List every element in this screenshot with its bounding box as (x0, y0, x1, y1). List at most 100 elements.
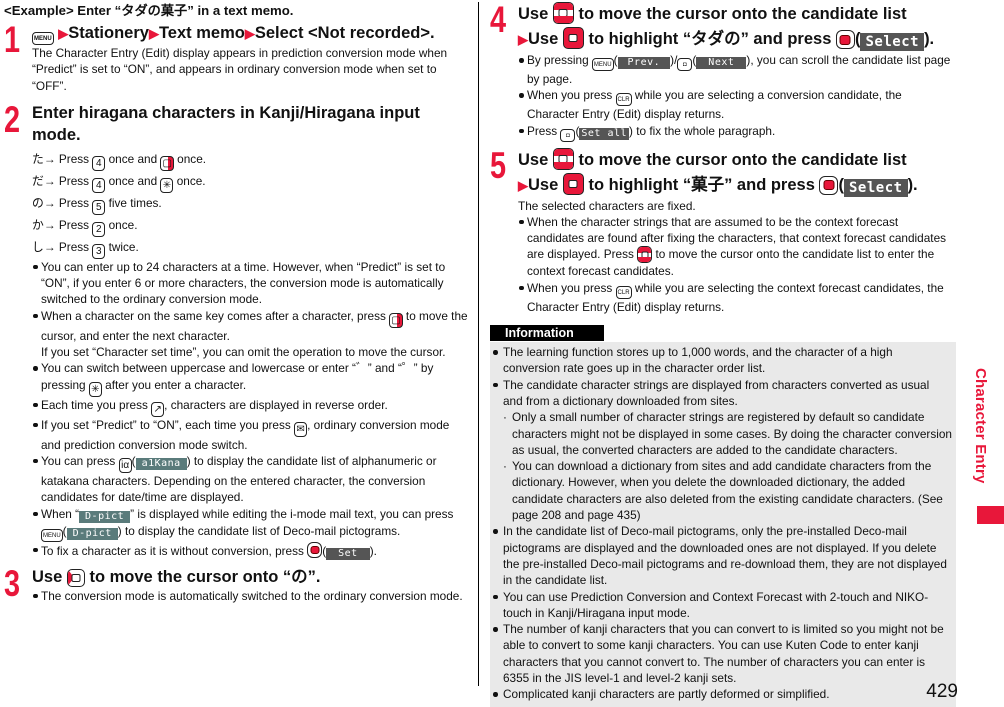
nav-left-key-icon (66, 568, 85, 587)
note-bullet: Each time you press ↗, characters are di… (32, 397, 470, 417)
text: ). (369, 543, 377, 558)
note-bullet: Press ◘(Set all) to fix the whole paragr… (518, 123, 956, 142)
note-bullet: When the character strings that are assu… (518, 214, 956, 280)
step-description: The Character Entry (Edit) display appea… (32, 46, 448, 93)
key-3-icon: 3 (92, 243, 106, 259)
key-4-icon: 4 (92, 155, 106, 171)
info-subitem: · Only a small number of character string… (492, 409, 952, 458)
menu-path-select: Select <Not recorded>. (254, 24, 435, 42)
key-4-icon: 4 (92, 177, 106, 193)
info-item: Complicated kanji characters are partly … (492, 686, 952, 702)
step-number: 5 (490, 144, 507, 186)
left-column: <Example> Enter “タダの菓子” in a text memo. … (4, 2, 470, 604)
step-number: 4 (490, 0, 507, 40)
text: When “ (41, 506, 80, 521)
input-line: し→ Press 3 twice. (32, 237, 470, 259)
text: after you enter a character. (105, 377, 247, 392)
arrow-icon: → (43, 195, 56, 210)
softkey-d-pict: D-pict (66, 527, 118, 540)
text: If you set “Character set time”, you can… (41, 345, 446, 360)
text: Press (58, 173, 90, 188)
softkey-set: Set (326, 547, 370, 560)
kana: し (32, 239, 44, 254)
star-key-icon: ✳ (160, 177, 174, 193)
text: ) to fix the whole paragraph. (629, 123, 776, 138)
text: You can download a dictionary from sites… (512, 459, 943, 523)
text: Use (518, 5, 549, 23)
step-title: Use to move the cursor onto the candidat… (518, 147, 956, 198)
text: By pressing (527, 53, 589, 67)
softkey-next: Next (696, 57, 747, 69)
step-number: 2 (4, 98, 21, 140)
text: When you press (527, 280, 613, 295)
text: to highlight “菓子” and press (588, 175, 815, 194)
note-bullet: When you press CLR while you are selecti… (518, 280, 956, 315)
arrow-icon: → (43, 239, 56, 254)
arrow-icon: ▶ (58, 26, 69, 41)
softkey-a1kana: a1Kana (135, 457, 187, 470)
step-3: 3 Use to move the cursor onto “の”. The c… (4, 562, 470, 604)
manual-page: <Example> Enter “タダの菓子” in a text memo. … (0, 0, 1004, 707)
text: Press (58, 151, 90, 166)
note-bullet: When “D-pict” is displayed while editing… (32, 506, 470, 542)
step-number: 3 (4, 562, 21, 604)
arrow-icon: → (43, 151, 56, 166)
right-column: 4 Use to move the cursor onto the candid… (490, 0, 956, 707)
text: You can press (41, 453, 116, 468)
menu-key-icon: MENU (41, 528, 63, 542)
note-bullet: When you press CLR while you are selecti… (518, 87, 956, 122)
text: once and (108, 151, 158, 166)
star-key-icon: ✳ (88, 381, 102, 397)
menu-key-icon: MENU (591, 58, 614, 71)
step-1: 1 MENU ▶Stationery▶Text memo▶Select <Not… (4, 20, 470, 94)
softkey-d-pict: D-pict (79, 510, 131, 523)
input-line: か→ Press 2 once. (32, 215, 470, 237)
kana: か (32, 217, 44, 232)
text: five times. (108, 195, 162, 210)
step-5: 5 Use to move the cursor onto the candid… (490, 144, 956, 315)
text: once. (177, 151, 207, 166)
note-bullet: By pressing MENU(Prev.)/◘(Next), you can… (518, 52, 956, 87)
text: Press (58, 239, 90, 254)
menu-key-icon: MENU (32, 32, 54, 45)
step-description: The selected characters are fixed. (518, 198, 696, 213)
clr-key-icon: CLR (615, 93, 632, 107)
step-title: Use to move the cursor onto “の”. (32, 566, 470, 588)
text: once. (176, 173, 206, 188)
text: to move the cursor onto the candidate li… (578, 5, 907, 23)
step-2: 2 Enter hiragana characters in Kanji/Hir… (4, 98, 470, 560)
softkey-select: Select (843, 178, 908, 197)
softkey-prev: Prev. (617, 57, 671, 69)
column-divider (478, 2, 479, 686)
text: Only a small number of character strings… (512, 410, 952, 457)
information-section: Information The learning function stores… (490, 324, 956, 707)
nav-all-key-icon (562, 27, 584, 49)
arrow-icon: ▶ (518, 177, 528, 193)
text: twice. (108, 239, 139, 254)
kana: の (32, 195, 44, 210)
right-key-icon: ▢ (160, 155, 174, 171)
key-2-icon: 2 (92, 221, 106, 237)
info-item: The learning function stores up to 1,000… (492, 344, 952, 377)
arrow-icon: ▶ (148, 26, 159, 41)
text: ) to display the candidate list of Deco-… (117, 523, 401, 538)
text: to highlight “タダの” and press (588, 30, 832, 48)
info-item: The number of kanji characters that you … (492, 621, 952, 686)
input-line: た→ Press 4 once and ▢ once. (32, 149, 470, 171)
nav-all-key-icon (562, 172, 584, 195)
section-side-tab: Character Entry (964, 340, 1004, 540)
text: once. (108, 217, 138, 232)
camera-key-icon: ◘ (677, 58, 693, 71)
text: to move the cursor onto the candidate li… (578, 150, 907, 169)
center-key-icon (819, 175, 839, 195)
text: Use (32, 567, 63, 586)
information-label: Information (490, 325, 604, 342)
text: , characters are displayed in reverse or… (164, 397, 388, 412)
note-bullet: You can switch between uppercase and low… (32, 360, 470, 397)
info-item: The candidate character strings are disp… (492, 377, 952, 410)
kana: た (32, 151, 44, 166)
info-item: You can use Prediction Conversion and Co… (492, 589, 952, 622)
note-bullet: If you set “Predict” to “ON”, each time … (32, 417, 470, 453)
text: Use (528, 175, 559, 194)
note-bullet: You can enter up to 24 characters at a t… (32, 259, 470, 308)
